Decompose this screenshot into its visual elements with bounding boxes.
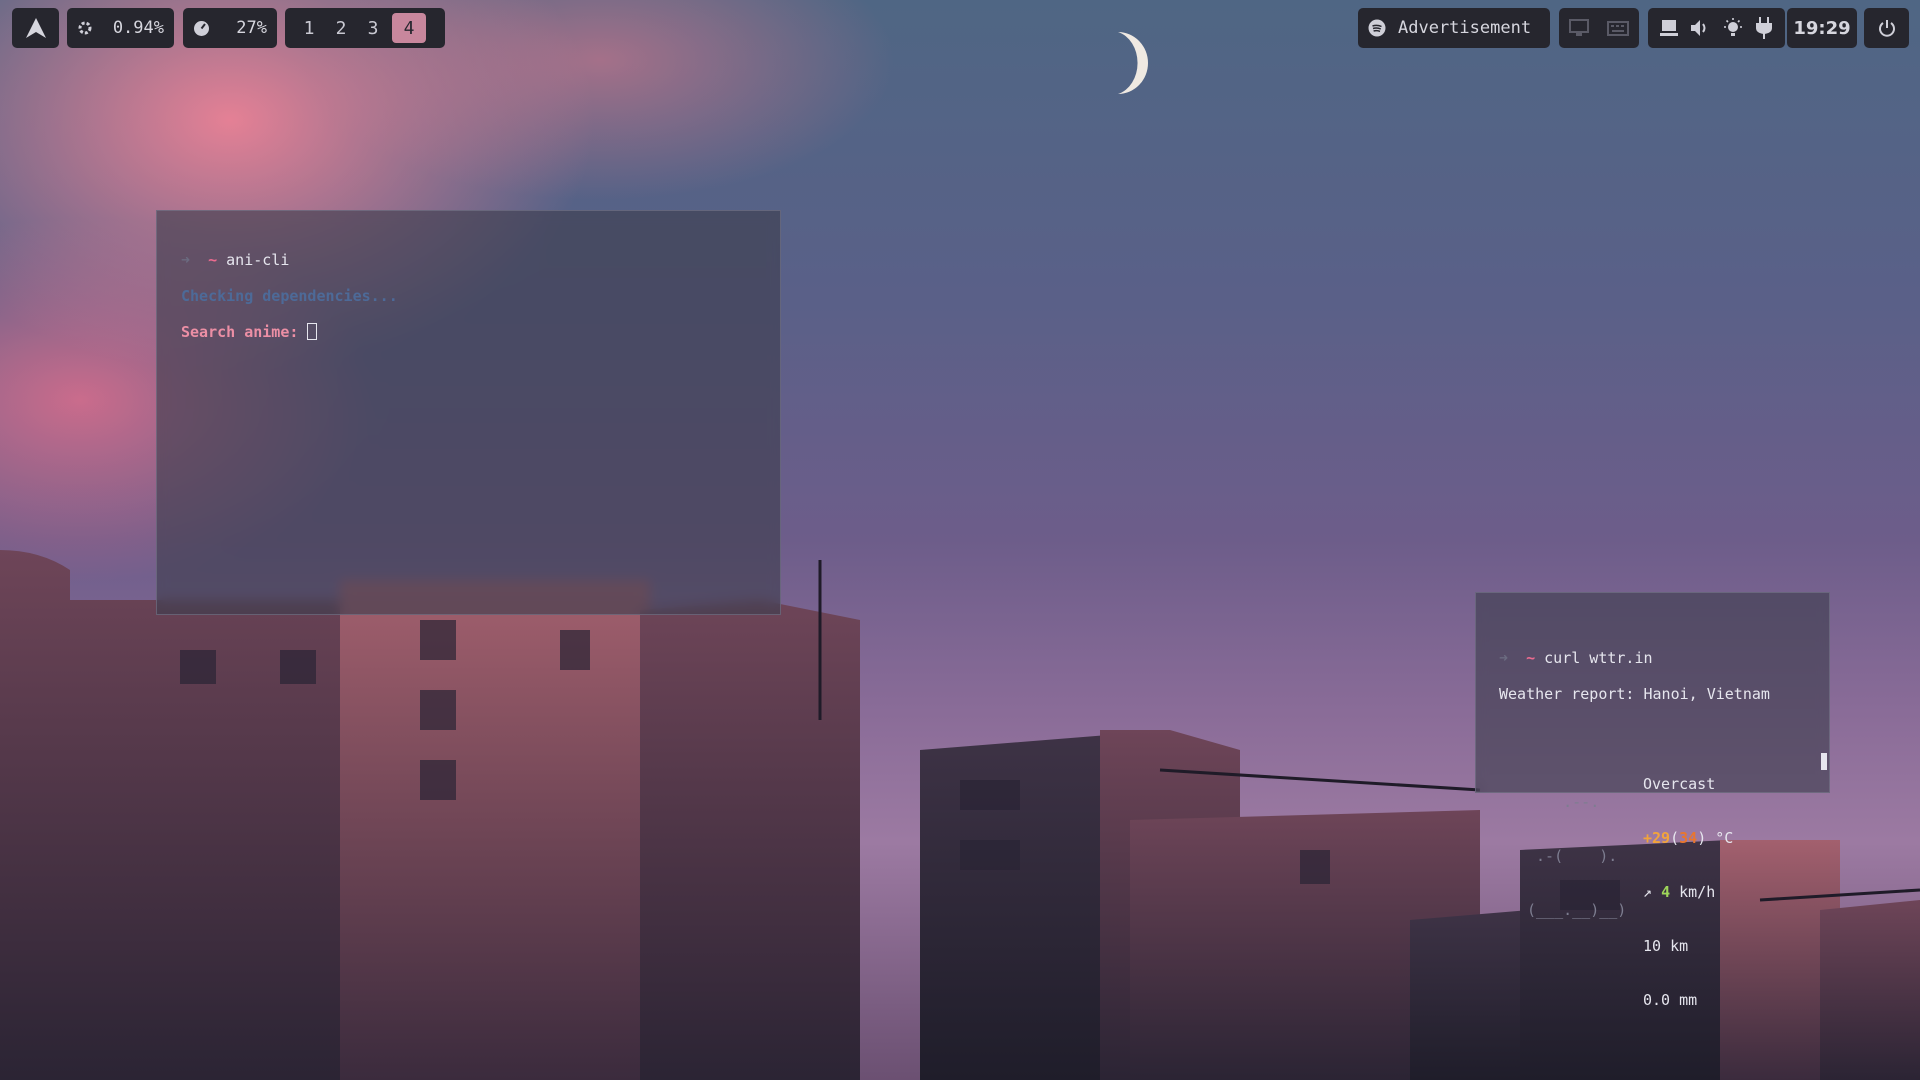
terminal-line-command: ➜ ~ curl wttr.in [1499,649,1653,667]
workspace-3[interactable]: 3 [360,13,386,43]
workspace-2[interactable]: 2 [328,13,354,43]
weather-details: Overcast +29(34) °C ↗ 4 km/h 10 km 0.0 m… [1643,739,1733,1045]
search-prompt: Search anime: [181,323,308,341]
terminal-line-search[interactable]: Search anime: [181,323,756,341]
clock-time: 19:29 [1793,17,1851,39]
terminal-line-command: ➜ ~ ani-cli [181,251,290,269]
command-text: ani-cli [226,251,290,269]
moon [1118,32,1148,94]
spotify-icon [1368,19,1386,37]
media-title: Advertisement [1398,18,1532,38]
power-icon [1878,20,1895,37]
weather-ascii-cloud: .--. .-( ). (___.__)__) [1527,793,1627,919]
cpu-usage-value: 0.94% [112,18,164,38]
workspace-1[interactable]: 1 [296,13,322,43]
system-status-group [1648,8,1785,48]
weather-condition: Overcast [1643,775,1716,793]
text-cursor [307,323,318,340]
volume-icon[interactable] [1690,19,1710,37]
cpu-widget[interactable]: 0.94% [67,8,174,48]
clock-widget[interactable]: 19:29 [1787,8,1857,48]
terminal-cursor [1821,753,1827,770]
weather-temperature: +29(34) °C [1643,829,1734,847]
memory-usage-value: 27% [236,18,267,38]
network-icon[interactable] [1660,19,1678,37]
weather-visibility: 10 km [1643,937,1689,955]
keyboard-icon[interactable] [1607,19,1629,37]
terminal-ani-cli[interactable]: ➜ ~ ani-cli Checking dependencies... Sea… [156,210,781,615]
arch-logo-icon [25,18,46,38]
terminal-weather[interactable]: ➜ ~ curl wttr.in Weather report: Hanoi, … [1475,592,1830,1009]
launcher-button[interactable] [12,8,59,48]
monitor-icon[interactable] [1569,19,1589,37]
weather-wind: ↗ 4 km/h [1643,883,1716,901]
weather-precipitation: 0.0 mm [1643,991,1698,1009]
gauge-icon [194,20,209,36]
prompt-arrow-icon: ➜ [181,251,191,269]
memory-widget[interactable]: 27% [183,8,277,48]
tray-group [1559,8,1639,48]
weather-header: Weather report: Hanoi, Vietnam [1499,685,1770,703]
workspace-switcher: 1 2 3 4 [285,8,445,48]
cpu-icon [78,21,92,35]
brightness-icon[interactable] [1723,18,1743,38]
media-widget[interactable]: Advertisement [1358,8,1550,48]
workspace-4[interactable]: 4 [392,13,426,43]
terminal-line-status: Checking dependencies... [181,287,398,305]
command-text: curl wttr.in [1544,649,1653,667]
power-button[interactable] [1864,8,1909,48]
prompt-arrow-icon: ➜ [1499,649,1509,667]
power-plug-icon[interactable] [1755,17,1773,39]
